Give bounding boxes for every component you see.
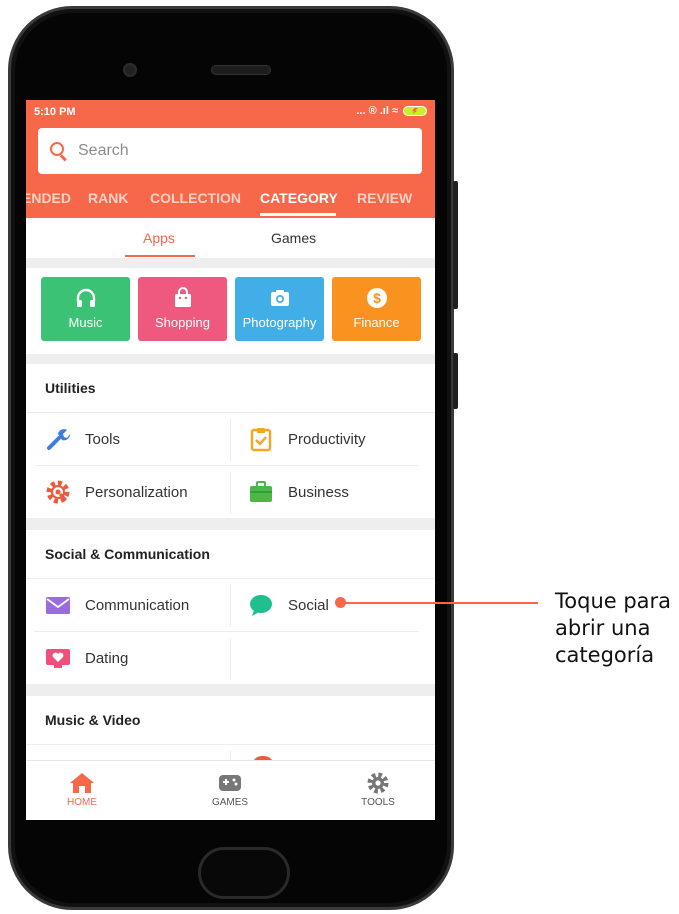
row-divider: [26, 744, 435, 745]
category-communication[interactable]: Communication: [45, 592, 189, 618]
tab-category[interactable]: CATEGORY: [260, 190, 338, 206]
front-camera: [123, 63, 137, 77]
app-header: 5:10 PM ... ® .ıl ≈ ENDED RANK COLLECTIO…: [26, 100, 435, 218]
headphones-icon: [41, 277, 130, 309]
subtab-games[interactable]: Games: [271, 230, 316, 246]
tab-indicator: [260, 213, 336, 216]
tile-music[interactable]: Music: [41, 277, 130, 341]
row-divider: [26, 412, 435, 413]
nav-label: GAMES: [211, 797, 249, 808]
status-indicators: ... ® .ıl ≈: [356, 105, 398, 117]
tile-label: Music: [68, 315, 103, 330]
status-bar: 5:10 PM ... ® .ıl ≈: [34, 105, 427, 120]
palette-gear-icon: [45, 479, 71, 505]
heart-monitor-icon: [45, 645, 71, 671]
category-label: Tools: [85, 430, 121, 448]
category-social[interactable]: Social: [248, 592, 329, 618]
battery-icon: [403, 106, 427, 116]
tab-recommended[interactable]: ENDED: [26, 190, 71, 206]
section-social-communication: Social & Communication Communication Soc…: [26, 530, 435, 684]
status-time: 5:10 PM: [34, 106, 76, 118]
svg-text:$: $: [373, 290, 381, 306]
row-divider: [34, 631, 419, 632]
envelope-icon: [45, 592, 71, 618]
briefcase-icon: [248, 479, 274, 505]
section-music-video: Music & Video: [26, 696, 435, 766]
section-title: Utilities: [45, 380, 96, 396]
row-divider: [26, 578, 435, 579]
nav-tools[interactable]: TOOLS: [338, 771, 418, 808]
tile-label: Photography: [242, 315, 317, 330]
stage: 5:10 PM ... ® .ıl ≈ ENDED RANK COLLECTIO…: [0, 0, 679, 914]
divider: [26, 258, 435, 268]
app-screen: 5:10 PM ... ® .ıl ≈ ENDED RANK COLLECTIO…: [26, 100, 435, 820]
earpiece-speaker: [211, 65, 271, 75]
gamepad-icon: [190, 771, 270, 797]
category-label: Productivity: [288, 430, 366, 448]
section-utilities: Utilities Tools Productivity Personaliza…: [26, 364, 435, 518]
tile-label: Shopping: [155, 315, 210, 330]
category-personalization[interactable]: Personalization: [45, 479, 188, 505]
category-label: Business: [288, 483, 349, 501]
tab-rank[interactable]: RANK: [88, 190, 128, 206]
sub-tabs: Apps Games: [26, 218, 435, 258]
category-tools[interactable]: Tools: [45, 426, 120, 452]
gear-icon: [338, 771, 418, 797]
shopping-bag-icon: [138, 277, 227, 309]
category-label: Communication: [85, 596, 190, 614]
category-dating[interactable]: Dating: [45, 645, 128, 671]
dollar-icon: $: [332, 277, 421, 309]
divider: [26, 684, 435, 696]
divider: [26, 518, 435, 530]
callout-text: Toque para abrir una categoría: [555, 589, 672, 667]
bottom-navigation: HOME GAMES TOOLS: [26, 760, 435, 820]
category-label: Personalization: [85, 483, 188, 501]
wrench-icon: [45, 426, 71, 452]
category-label: Dating: [85, 649, 129, 667]
row-divider: [34, 465, 419, 466]
callout-line: [340, 602, 538, 604]
camera-icon: [235, 277, 324, 309]
subtab-indicator: [125, 255, 195, 257]
home-hardware-button[interactable]: [198, 847, 290, 899]
nav-label: TOOLS: [361, 797, 395, 808]
col-divider: [230, 472, 231, 514]
subtab-apps[interactable]: Apps: [143, 230, 175, 246]
tab-review[interactable]: REVIEW: [357, 190, 412, 206]
nav-games[interactable]: GAMES: [190, 771, 270, 808]
tile-finance[interactable]: $ Finance: [332, 277, 421, 341]
home-icon: [42, 771, 122, 797]
col-divider: [230, 419, 231, 461]
divider: [26, 354, 435, 364]
section-title: Music & Video: [45, 712, 141, 728]
nav-label: HOME: [67, 797, 97, 808]
clipboard-check-icon: [248, 426, 274, 452]
category-label: Social: [288, 596, 329, 614]
chat-bubble-icon: [248, 592, 274, 618]
category-business[interactable]: Business: [248, 479, 349, 505]
search-bar[interactable]: [38, 128, 422, 174]
col-divider: [230, 585, 231, 627]
category-productivity[interactable]: Productivity: [248, 426, 366, 452]
nav-home[interactable]: HOME: [42, 771, 122, 808]
section-title: Social & Communication: [45, 546, 210, 562]
featured-categories: Music Shopping Photography $ Finance: [26, 268, 435, 354]
col-divider: [230, 750, 231, 760]
tile-label: Finance: [353, 315, 400, 330]
tile-shopping[interactable]: Shopping: [138, 277, 227, 341]
top-tabs: ENDED RANK COLLECTION CATEGORY REVIEW: [26, 182, 435, 216]
power-button[interactable]: [453, 353, 458, 409]
col-divider: [230, 638, 231, 680]
tile-photography[interactable]: Photography: [235, 277, 324, 341]
callout-dot: [335, 597, 346, 608]
search-input[interactable]: [78, 142, 378, 160]
status-icons: ... ® .ıl ≈: [356, 105, 427, 117]
search-icon: [50, 142, 68, 162]
tab-collection[interactable]: COLLECTION: [150, 190, 241, 206]
volume-button[interactable]: [453, 181, 458, 309]
